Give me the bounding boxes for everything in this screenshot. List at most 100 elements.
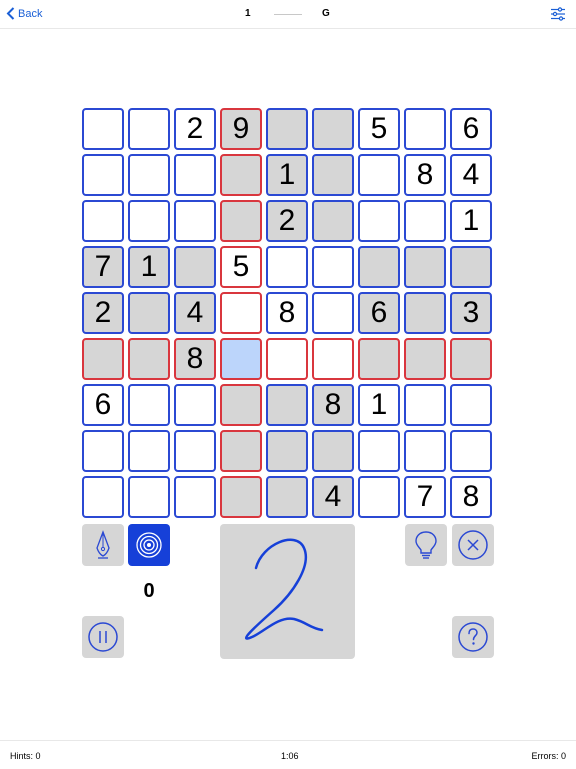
sudoku-cell[interactable] [312,338,354,380]
sudoku-cell[interactable]: 6 [82,384,124,426]
puzzle-number: 1 [245,8,251,19]
sudoku-cell[interactable]: 3 [450,292,492,334]
sudoku-cell[interactable]: 8 [404,154,446,196]
sudoku-cell[interactable]: 6 [358,292,400,334]
sudoku-cell[interactable] [82,154,124,196]
sudoku-cell[interactable] [358,246,400,288]
sudoku-cell[interactable] [266,476,308,518]
sudoku-cell[interactable] [404,108,446,150]
sudoku-cell[interactable] [128,200,170,242]
sudoku-cell[interactable] [312,108,354,150]
sudoku-board: 295618421715248638681478 [82,108,494,520]
sudoku-cell[interactable] [128,476,170,518]
sudoku-cell[interactable] [128,338,170,380]
sudoku-cell[interactable] [404,384,446,426]
sudoku-cell[interactable] [82,200,124,242]
sudoku-cell[interactable]: 9 [220,108,262,150]
pen-mode-button[interactable] [82,524,124,566]
sudoku-cell[interactable] [358,476,400,518]
sudoku-cell[interactable] [450,430,492,472]
sudoku-cell[interactable] [404,430,446,472]
sudoku-cell[interactable]: 5 [358,108,400,150]
help-button[interactable] [452,616,494,658]
sudoku-cell[interactable] [266,384,308,426]
sudoku-cell[interactable]: 2 [82,292,124,334]
sudoku-cell[interactable] [220,292,262,334]
sudoku-cell[interactable]: 4 [450,154,492,196]
hint-button[interactable] [405,524,447,566]
sudoku-cell[interactable]: 1 [128,246,170,288]
sudoku-cell[interactable] [450,384,492,426]
target-counter: 0 [143,580,155,602]
sudoku-cell[interactable]: 2 [174,108,216,150]
sudoku-cell[interactable]: 8 [312,384,354,426]
sudoku-cell[interactable] [128,108,170,150]
sudoku-cell[interactable] [450,246,492,288]
sudoku-cell[interactable] [220,476,262,518]
sudoku-cell[interactable] [358,154,400,196]
sudoku-cell[interactable] [174,200,216,242]
sudoku-cell[interactable] [358,430,400,472]
sudoku-cell[interactable] [220,338,262,380]
difficulty-label: G [322,8,330,19]
sudoku-cell[interactable] [220,154,262,196]
sudoku-cell[interactable]: 8 [266,292,308,334]
sudoku-cell[interactable]: 4 [174,292,216,334]
pause-button[interactable] [82,616,124,658]
title-divider [274,14,302,15]
sudoku-cell[interactable] [82,338,124,380]
sudoku-cell[interactable]: 1 [266,154,308,196]
sudoku-cell[interactable] [174,384,216,426]
sudoku-cell[interactable]: 6 [450,108,492,150]
sudoku-cell[interactable]: 8 [174,338,216,380]
sudoku-cell[interactable] [266,108,308,150]
sudoku-cell[interactable] [128,430,170,472]
sudoku-cell[interactable]: 4 [312,476,354,518]
sudoku-cell[interactable]: 7 [404,476,446,518]
sudoku-cell[interactable]: 1 [358,384,400,426]
sudoku-cell[interactable] [312,200,354,242]
sudoku-cell[interactable] [174,154,216,196]
sudoku-cell[interactable] [404,200,446,242]
back-button[interactable]: Back [6,7,42,20]
clear-button[interactable] [452,524,494,566]
timer: 1:06 [281,751,299,761]
sudoku-cell[interactable] [404,338,446,380]
sudoku-cell[interactable] [82,108,124,150]
sudoku-cell[interactable] [82,476,124,518]
handwritten-digit [244,538,324,640]
sudoku-cell[interactable] [404,246,446,288]
sudoku-cell[interactable] [312,430,354,472]
sudoku-cell[interactable]: 7 [82,246,124,288]
sudoku-cell[interactable] [312,154,354,196]
sudoku-cell[interactable] [128,154,170,196]
sudoku-cell[interactable] [450,338,492,380]
sudoku-cell[interactable] [128,292,170,334]
sudoku-cell[interactable] [174,430,216,472]
top-bar: Back 1 G [0,0,576,29]
sudoku-cell[interactable]: 2 [266,200,308,242]
sudoku-cell[interactable] [266,338,308,380]
sudoku-cell[interactable] [220,200,262,242]
back-label: Back [18,7,43,20]
sudoku-cell[interactable]: 5 [220,246,262,288]
sudoku-cell[interactable] [266,246,308,288]
handwriting-pad[interactable] [220,524,355,659]
sudoku-cell[interactable] [312,246,354,288]
sudoku-cell[interactable] [174,246,216,288]
sudoku-cell[interactable] [128,384,170,426]
sudoku-cell[interactable] [220,384,262,426]
sudoku-cell[interactable] [82,430,124,472]
sudoku-cell[interactable] [220,430,262,472]
target-mode-button[interactable] [128,524,170,566]
status-bar: Hints: 0 1:06 Errors: 0 [0,740,576,769]
sudoku-cell[interactable] [404,292,446,334]
sudoku-cell[interactable]: 1 [450,200,492,242]
sudoku-cell[interactable] [358,338,400,380]
sudoku-cell[interactable] [174,476,216,518]
sliders-icon[interactable] [550,6,566,22]
sudoku-cell[interactable] [266,430,308,472]
sudoku-cell[interactable] [358,200,400,242]
sudoku-cell[interactable] [312,292,354,334]
sudoku-cell[interactable]: 8 [450,476,492,518]
